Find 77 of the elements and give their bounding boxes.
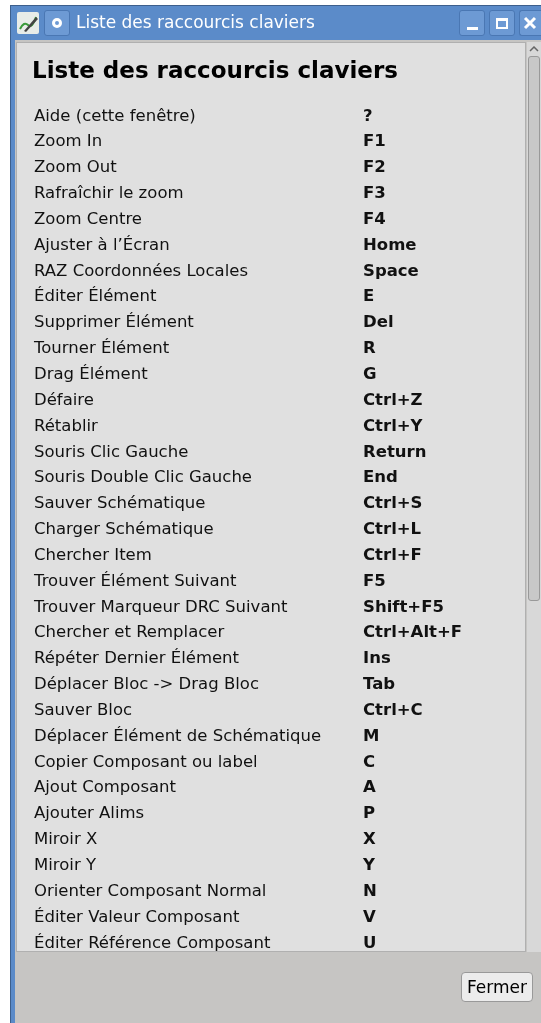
- shortcut-key: Ctrl+F: [363, 542, 422, 568]
- shortcut-key: F3: [363, 181, 386, 206]
- shortcut-action: Rétablir: [33, 414, 99, 437]
- shortcut-action: Déplacer Bloc -> Drag Bloc: [33, 673, 260, 696]
- shortcut-action: Drag Élément: [33, 363, 149, 385]
- shortcut-action: Souris Double Clic Gauche: [33, 466, 253, 489]
- shortcut-action: Tourner Élément: [33, 337, 171, 360]
- shortcut-action: Zoom Out: [33, 156, 118, 179]
- shortcut-key: Tab: [363, 672, 396, 697]
- shortcut-action: Chercher Item: [33, 543, 153, 566]
- maximize-button[interactable]: [489, 10, 515, 36]
- shortcut-action: Éditer Élément: [33, 285, 158, 308]
- shortcut-action: Copier Composant ou label: [33, 750, 259, 773]
- shortcut-action: Charger Schématique: [33, 518, 215, 541]
- shortcut-key: Space: [363, 258, 419, 284]
- shortcut-key: F1: [363, 129, 386, 155]
- shortcut-action: Miroir X: [33, 828, 99, 851]
- shortcut-action: Déplacer Élément de Schématique: [33, 724, 323, 747]
- shortcut-key: Home: [363, 232, 417, 258]
- shortcut-action: Souris Clic Gauche: [33, 440, 190, 463]
- shortcut-action: Sauver Bloc: [33, 698, 134, 721]
- shortcut-key: Ctrl+C: [363, 697, 423, 723]
- shortcut-key: Ctrl+S: [363, 491, 423, 516]
- shortcut-action: Orienter Composant Normal: [33, 879, 268, 902]
- shortcut-action: Rafraîchir le zoom: [33, 182, 185, 205]
- shortcut-key: End: [363, 465, 398, 491]
- shortcut-key: ?: [363, 103, 373, 129]
- shortcut-action: Éditer Valeur Composant: [33, 905, 241, 928]
- shortcut-key: A: [363, 775, 376, 801]
- shortcut-key: Return: [363, 439, 427, 465]
- shortcut-key: Y: [363, 853, 375, 878]
- dialog-heading: Liste des raccourcis claviers: [32, 56, 399, 85]
- shortcut-action: Supprimer Élément: [33, 311, 195, 334]
- shortcut-action: Aide (cette fenêtre): [33, 104, 197, 127]
- minimize-button[interactable]: [459, 10, 485, 36]
- shortcut-key: E: [363, 284, 375, 310]
- close-button[interactable]: [519, 10, 541, 36]
- shortcut-key: Ins: [363, 646, 391, 671]
- window-menu-button[interactable]: [44, 10, 70, 36]
- shortcut-key: C: [363, 749, 376, 775]
- shortcut-key: F4: [363, 206, 386, 232]
- shortcut-key: P: [363, 801, 376, 827]
- shortcut-action: Ajout Composant: [33, 776, 178, 799]
- shortcut-key: V: [363, 904, 376, 930]
- scrollbar-thumb[interactable]: [528, 56, 540, 601]
- shortcut-action: Défaire: [33, 388, 95, 411]
- shortcut-key: F2: [363, 155, 386, 180]
- shortcut-key: X: [363, 827, 376, 852]
- shortcut-action: Trouver Marqueur DRC Suivant: [33, 595, 289, 618]
- shortcut-action: RAZ Coordonnées Locales: [33, 259, 249, 282]
- shortcut-action: Répéter Dernier Élément: [33, 647, 241, 670]
- shortcut-action: Ajouter Alims: [33, 802, 146, 825]
- shortcut-key: N: [363, 878, 377, 904]
- shortcut-key: Shift+F5: [363, 594, 444, 620]
- shortcut-key: Ctrl+Z: [363, 387, 423, 413]
- shortcut-key: G: [363, 362, 377, 387]
- shortcut-action: Trouver Élément Suivant: [33, 569, 238, 592]
- app-pencil-icon: [16, 11, 40, 35]
- shortcut-action: Chercher et Remplacer: [33, 621, 226, 644]
- scrollbar[interactable]: [527, 42, 541, 952]
- shortcut-key: R: [363, 336, 376, 361]
- shortcut-action: Ajuster à l’Écran: [33, 233, 171, 256]
- window-title: Liste des raccourcis claviers: [76, 11, 315, 35]
- shortcut-key: Ctrl+Alt+F: [363, 620, 463, 646]
- shortcut-action: Zoom Centre: [33, 207, 143, 230]
- shortcut-action: Miroir Y: [33, 854, 98, 876]
- close-dialog-button[interactable]: Fermer: [461, 972, 533, 1002]
- shortcut-key: Del: [363, 310, 394, 336]
- shortcut-action: Zoom In: [33, 130, 104, 153]
- shortcut-key: Ctrl+Y: [363, 413, 423, 439]
- shortcut-key: F5: [363, 568, 386, 594]
- shortcut-key: Ctrl+L: [363, 517, 422, 542]
- shortcut-key: U: [363, 930, 377, 951]
- shortcut-action: Sauver Schématique: [33, 492, 207, 515]
- shortcut-action: Éditer Référence Composant: [33, 931, 272, 951]
- shortcut-key: M: [363, 723, 380, 749]
- close-icon: [523, 16, 537, 30]
